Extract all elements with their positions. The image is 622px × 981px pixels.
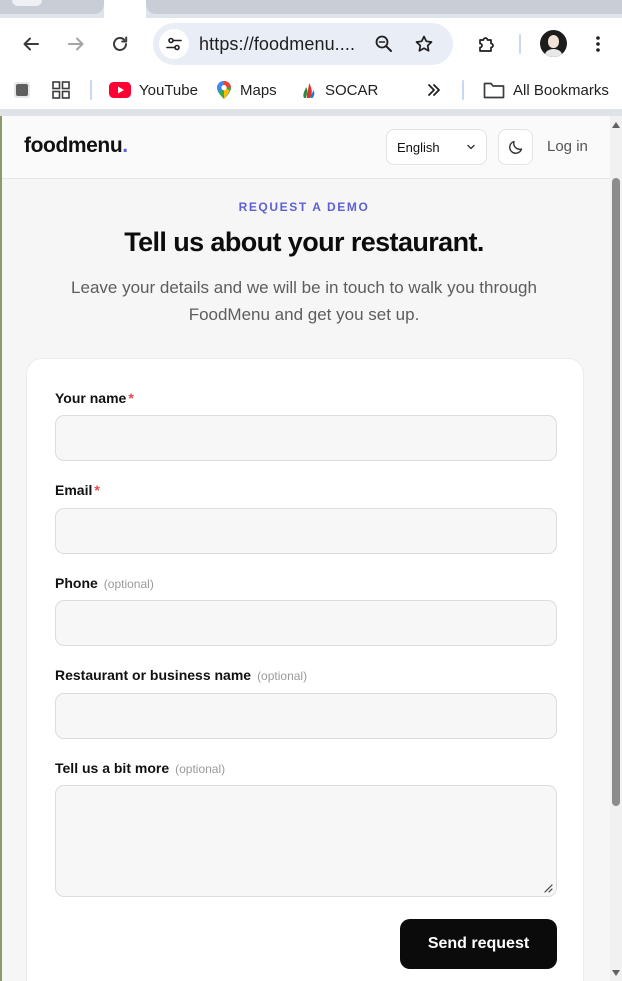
star-icon (415, 35, 433, 52)
reload-icon (113, 36, 128, 51)
url-text[interactable]: https://foodmenu.... (199, 34, 355, 55)
bookmarks-divider (90, 80, 92, 100)
bookmarks-overflow-button[interactable] (426, 70, 442, 110)
logo-text: foodmenu (24, 134, 123, 157)
bookmark-label: SOCAR (325, 81, 379, 99)
arrow-left-icon (23, 37, 39, 51)
site-info-button[interactable] (159, 29, 189, 59)
reload-button[interactable] (106, 30, 134, 58)
zoom-out-icon (375, 35, 392, 52)
bookmark-label: YouTube (139, 81, 198, 99)
all-bookmarks-label: All Bookmarks (513, 81, 609, 99)
theme-toggle-button[interactable] (498, 129, 533, 165)
bookmark-socar[interactable]: SOCAR (301, 70, 378, 110)
bookmark-star-button[interactable] (411, 31, 437, 57)
forward-button[interactable] (62, 30, 90, 58)
more-label-text: Tell us a bit more (55, 760, 170, 776)
demo-request-form: Your name * Email * Phone (optional) Restau… (26, 358, 584, 981)
business-label-text: Restaurant or business name (55, 667, 252, 683)
apps-grid-icon (52, 81, 70, 99)
all-bookmarks-button[interactable]: All Bookmarks (483, 70, 609, 110)
resize-grip-icon[interactable] (543, 883, 553, 893)
page-content: foodmenu. English Log in REQUEST A DEMO … (2, 116, 610, 981)
bookmark-youtube[interactable]: YouTube (109, 70, 198, 110)
optional-marker: (optional) (175, 762, 226, 776)
back-button[interactable] (17, 30, 45, 58)
details-textarea[interactable] (55, 785, 557, 897)
tab-strip (0, 0, 622, 18)
site-header: foodmenu. English Log in (2, 116, 610, 179)
scroll-up-arrow-icon[interactable] (612, 122, 620, 128)
required-marker: * (94, 482, 100, 498)
folder-icon (483, 82, 505, 99)
email-label: Email * (55, 482, 100, 498)
apps-grid-button[interactable] (51, 70, 71, 110)
login-link[interactable]: Log in (547, 138, 588, 155)
chevron-double-right-icon (428, 84, 440, 96)
site-logo[interactable]: foodmenu. (24, 134, 128, 158)
logo-dot: . (122, 134, 128, 157)
page-title: Tell us about your restaurant. (124, 227, 484, 257)
optional-marker: (optional) (103, 577, 154, 591)
phone-label: Phone (optional) (55, 575, 154, 591)
arrow-right-icon (68, 37, 84, 51)
chevron-down-icon (467, 144, 475, 150)
bookmarks-divider (462, 80, 464, 100)
browser-toolbar: https://foodmenu.... (0, 18, 622, 70)
toolbar-divider (519, 34, 521, 54)
language-select[interactable]: English (386, 129, 487, 165)
email-label-text: Email (55, 482, 93, 498)
phone-input[interactable] (55, 600, 557, 646)
tab-active[interactable] (104, 0, 146, 18)
page-subtitle: Leave your details and we will be in tou… (71, 278, 537, 324)
kebab-menu-icon (596, 36, 600, 52)
app-square-icon (14, 82, 30, 98)
tab-inactive-right[interactable] (146, 0, 622, 14)
zoom-button[interactable] (371, 31, 397, 57)
language-value: English (397, 139, 440, 155)
more-label: Tell us a bit more (optional) (55, 760, 225, 776)
eyebrow-label: REQUEST A DEMO (238, 200, 370, 214)
bookmark-maps[interactable]: Maps (216, 70, 277, 110)
socar-flame-icon (303, 83, 315, 98)
bookmarks-bar: YouTube Maps SOCAR All Bookmarks (0, 70, 622, 110)
maps-pin-icon (217, 81, 231, 99)
optional-marker: (optional) (257, 669, 308, 683)
tab-inactive-left[interactable] (0, 0, 104, 14)
bookmark-app-square[interactable] (12, 70, 32, 110)
browser-menu-button[interactable] (584, 30, 612, 58)
youtube-icon (109, 82, 131, 98)
email-input[interactable] (55, 508, 557, 554)
extensions-button[interactable] (473, 30, 501, 58)
name-input[interactable] (55, 415, 557, 461)
scrollbar-thumb[interactable] (612, 178, 620, 806)
bookmark-label: Maps (240, 81, 277, 99)
address-bar[interactable]: https://foodmenu.... (153, 23, 453, 65)
send-request-button[interactable]: Send request (400, 919, 557, 969)
name-label: Your name * (55, 390, 134, 406)
business-label: Restaurant or business name (optional) (55, 667, 307, 683)
name-label-text: Your name (55, 390, 127, 406)
business-name-input[interactable] (55, 693, 557, 739)
phone-label-text: Phone (55, 575, 98, 591)
required-marker: * (128, 390, 134, 406)
puzzle-icon (479, 37, 494, 52)
scroll-down-arrow-icon[interactable] (612, 970, 620, 976)
moon-icon (508, 140, 522, 154)
tune-icon (166, 37, 182, 51)
profile-avatar[interactable] (540, 30, 567, 57)
